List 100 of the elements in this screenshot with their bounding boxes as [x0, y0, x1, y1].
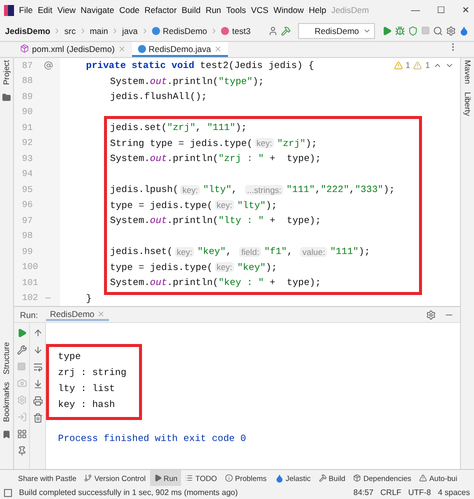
window-control[interactable]: ✕ [462, 5, 470, 15]
code-line: jedis.hset( key: "key", field: "f1", value: "111"); [109, 246, 370, 258]
file-tab[interactable]: pom.xml (JedisDemo) [14, 42, 132, 57]
console-line: key : hash [58, 398, 116, 412]
folder-icon [2, 92, 11, 102]
code-line: String type = jedis.type( key: "zrj"); [109, 138, 318, 149]
console-line: zrj : string [58, 366, 126, 380]
run-icon[interactable] [382, 26, 392, 36]
breadcrumb[interactable]: test3 [232, 26, 251, 36]
code-line: } [85, 292, 92, 304]
breadcrumb[interactable]: JedisDemo [5, 26, 50, 36]
window-control[interactable]: — [411, 5, 420, 15]
override-icon [44, 61, 53, 70]
search-icon[interactable] [433, 26, 443, 36]
line-separator[interactable]: CRLF [380, 488, 402, 497]
up-arrow-icon[interactable] [32, 328, 42, 338]
code-line: System.out.println("key : " + type); [109, 277, 321, 288]
branch-icon [84, 474, 92, 482]
menu-item[interactable]: Tools [226, 5, 246, 15]
bookmarks-panel-tab[interactable]: Bookmarks [2, 382, 11, 422]
code-line: jedis.lpush( key: "lty", ...strings: "111","222","333"); [109, 184, 395, 196]
breadcrumb[interactable]: src [64, 26, 76, 36]
window-control[interactable]: ☐ [437, 5, 445, 15]
cursor-position[interactable]: 84:57 [353, 488, 374, 497]
layout-icon[interactable] [16, 429, 26, 439]
menu-item[interactable]: File [19, 5, 33, 15]
settings-icon[interactable] [426, 310, 436, 320]
build-icon[interactable] [280, 26, 291, 36]
liberty-panel-tab[interactable]: Liberty [463, 92, 472, 116]
code-line: jedis.flushAll(); [109, 91, 207, 102]
scroll-end-icon[interactable] [32, 379, 42, 389]
package-icon [353, 474, 362, 482]
trash-icon[interactable] [32, 413, 42, 423]
code-line: System.out.println("type"); [109, 76, 264, 87]
menu-item[interactable]: Help [308, 5, 326, 15]
breadcrumb[interactable]: main [90, 26, 108, 36]
line-number: 97 [22, 216, 34, 226]
menu-item[interactable]: Window [273, 5, 304, 15]
console-line: type [58, 350, 82, 364]
line-number: 95 [22, 184, 34, 195]
run-icon[interactable] [16, 328, 26, 338]
code-line: type = jedis.type( key: "key"); [109, 262, 278, 273]
menu-item[interactable]: Edit [38, 5, 52, 15]
status-icon[interactable] [4, 488, 12, 496]
menu-item[interactable]: Refactor [144, 5, 177, 15]
line-number: 101 [22, 278, 39, 288]
project-panel-tab[interactable]: Project [2, 60, 11, 85]
warning-icon [394, 60, 403, 70]
menu-item[interactable]: View [57, 5, 76, 15]
warning-icon [419, 474, 428, 482]
code-line: System.out.println("lty : " + type); [109, 215, 321, 226]
drop-icon [274, 474, 284, 482]
encoding[interactable]: UTF-8 [408, 488, 431, 497]
menu-item[interactable]: VCS [251, 5, 268, 15]
line-number: 93 [22, 154, 34, 164]
list-icon [185, 474, 194, 482]
window-title: JedisDem [331, 5, 369, 15]
coverage-icon[interactable] [408, 26, 418, 36]
panel-label: Run: [20, 310, 38, 320]
debug-icon[interactable] [395, 26, 405, 36]
code-line: System.out.println("zrj : " + type); [109, 153, 321, 164]
warning-icon [413, 60, 422, 70]
pin-icon[interactable] [16, 446, 26, 456]
app-logo [4, 4, 14, 16]
settings-icon[interactable] [446, 26, 456, 36]
drop-icon[interactable] [459, 26, 469, 36]
down-arrow-icon[interactable] [32, 345, 42, 355]
run-config-dropdown[interactable]: RedisDemo [298, 22, 375, 38]
line-number: 98 [22, 231, 34, 242]
line-number: 91 [22, 122, 34, 133]
code-line: type = jedis.type( key: "lty"); [109, 200, 278, 211]
menu-item[interactable]: Run [206, 5, 222, 15]
info-icon [224, 474, 233, 482]
menu-item[interactable]: Code [119, 5, 140, 15]
bookmark-icon [2, 430, 11, 439]
code-editor[interactable] [14, 58, 460, 306]
method-icon [221, 26, 230, 34]
structure-panel-tab[interactable]: Structure [2, 342, 11, 374]
breadcrumb[interactable]: RedisDemo [162, 26, 208, 36]
wrench-icon[interactable] [16, 345, 26, 355]
wrap-icon[interactable] [32, 362, 42, 372]
print-icon[interactable] [32, 396, 42, 406]
line-number: 92 [22, 138, 34, 148]
console-tab[interactable]: RedisDemo [46, 308, 110, 320]
warning-count[interactable]: 1 [425, 60, 430, 70]
status-message: Build completed successfully in 1 sec, 902 ms (moments ago) [19, 488, 238, 497]
menu-item[interactable]: Build [182, 5, 201, 15]
warning-count[interactable]: 1 [406, 60, 410, 70]
breadcrumb[interactable]: java [122, 26, 138, 36]
code-line: jedis.set("zrj", "111"); [109, 122, 247, 134]
maven-panel-tab[interactable]: Maven [463, 60, 472, 84]
line-number: 87 [22, 60, 34, 71]
file-tab[interactable]: RedisDemo.java [132, 42, 228, 57]
indent-setting[interactable]: 4 spaces [438, 488, 470, 497]
line-number: 100 [22, 262, 39, 272]
code-line: private static void test2(Jedis jedis) { [85, 60, 314, 72]
menu-item[interactable]: Navigate [80, 5, 114, 15]
user-icon[interactable] [268, 26, 278, 36]
console-line: Process finished with exit code 0 [58, 432, 246, 446]
line-number: 88 [22, 76, 34, 86]
